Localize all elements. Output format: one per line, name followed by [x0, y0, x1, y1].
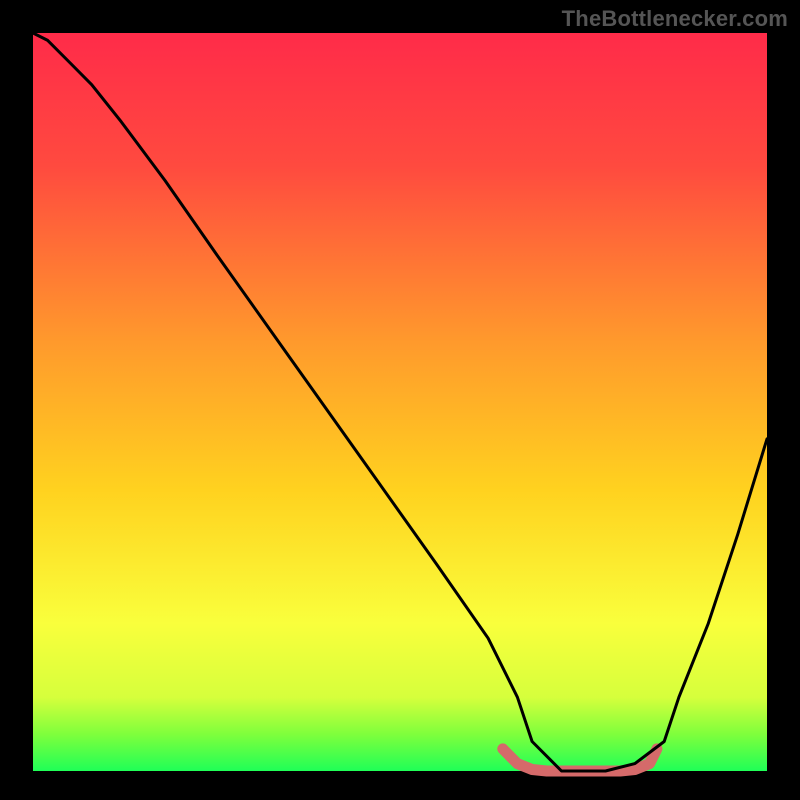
- chart-svg: [0, 0, 800, 800]
- chart-background: [33, 33, 767, 771]
- chart-frame: TheBottlenecker.com: [0, 0, 800, 800]
- watermark-text: TheBottlenecker.com: [562, 6, 788, 32]
